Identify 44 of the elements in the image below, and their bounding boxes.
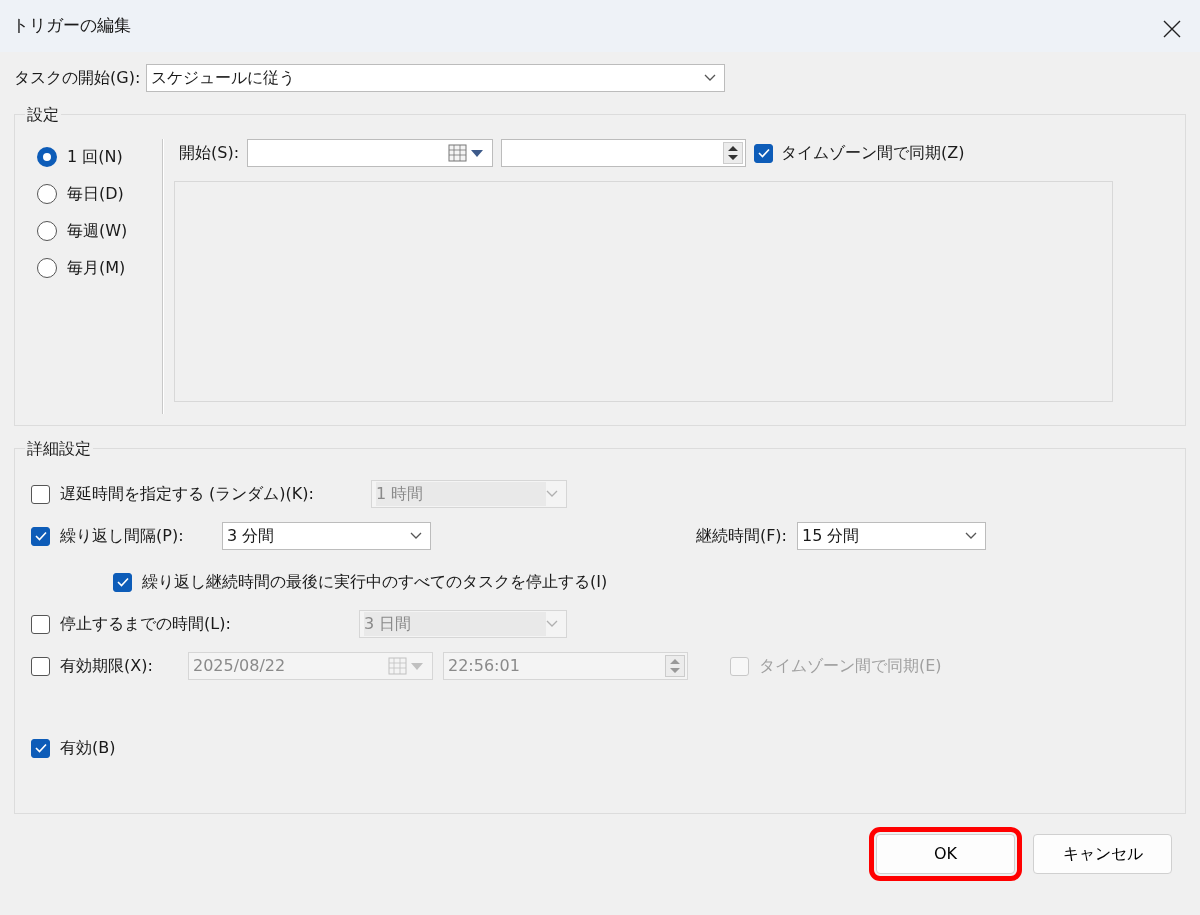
date-field[interactable] <box>247 139 494 167</box>
checkbox[interactable] <box>754 143 774 163</box>
option-label: 1 回(N) <box>67 146 123 168</box>
dialog-button[interactable]: キャンセル <box>1033 834 1172 874</box>
option-label: 毎週(W) <box>67 220 128 242</box>
checkmark-icon <box>116 577 129 587</box>
spin-buttons-icon <box>723 142 744 164</box>
checkbox-label: タイムゾーン間で同期(E) <box>759 655 942 677</box>
chevron-down-icon <box>546 620 558 628</box>
window-title: トリガーの編集 <box>12 14 131 38</box>
checkbox-label: 有効(B) <box>60 737 116 759</box>
chevron-down-icon <box>410 532 422 540</box>
checkbox[interactable] <box>113 572 132 592</box>
option-label: 毎日(D) <box>67 183 124 205</box>
radio-button[interactable] <box>37 258 57 278</box>
checkbox-label: 繰り返し間隔(P): <box>60 525 185 547</box>
time-field[interactable] <box>501 139 747 167</box>
radio-button[interactable] <box>37 184 57 204</box>
radio-button[interactable] <box>37 147 57 167</box>
chevron-down-icon <box>704 74 717 82</box>
close-icon <box>1163 19 1181 38</box>
dropdown[interactable]: 15 分間 <box>797 522 986 550</box>
checkbox[interactable] <box>31 526 50 546</box>
spin-buttons-icon <box>665 655 685 677</box>
checkbox-label: 停止するまでの時間(L): <box>60 613 232 635</box>
checkbox-label: 有効期限(X): <box>60 655 154 677</box>
checkbox-label: タイムゾーン間で同期(Z) <box>781 142 965 164</box>
radio-button[interactable] <box>37 221 57 241</box>
checkbox-label: 遅延時間を指定する (ランダム)(K): <box>60 483 315 505</box>
field-label: タスクの開始(G): <box>14 67 141 89</box>
chevron-down-icon <box>965 532 977 540</box>
checkmark-icon <box>757 148 770 158</box>
option-label: 毎月(M) <box>67 257 126 279</box>
checkbox[interactable] <box>31 738 50 758</box>
dropdown[interactable]: 3 分間 <box>222 522 431 550</box>
dropdown[interactable]: スケジュールに従う <box>146 64 726 92</box>
checkmark-icon <box>34 531 47 541</box>
chevron-down-icon <box>546 490 558 498</box>
field-value: 2025/08/22 <box>193 655 286 677</box>
field-value: 22:56:01 <box>448 655 520 677</box>
checkmark-icon <box>34 743 47 753</box>
field-label: 継続時間(F): <box>694 525 787 547</box>
checkbox-label: 繰り返し継続時間の最後に実行中のすべてのタスクを停止する(I) <box>142 571 608 593</box>
field-label: 開始(S): <box>179 142 240 164</box>
